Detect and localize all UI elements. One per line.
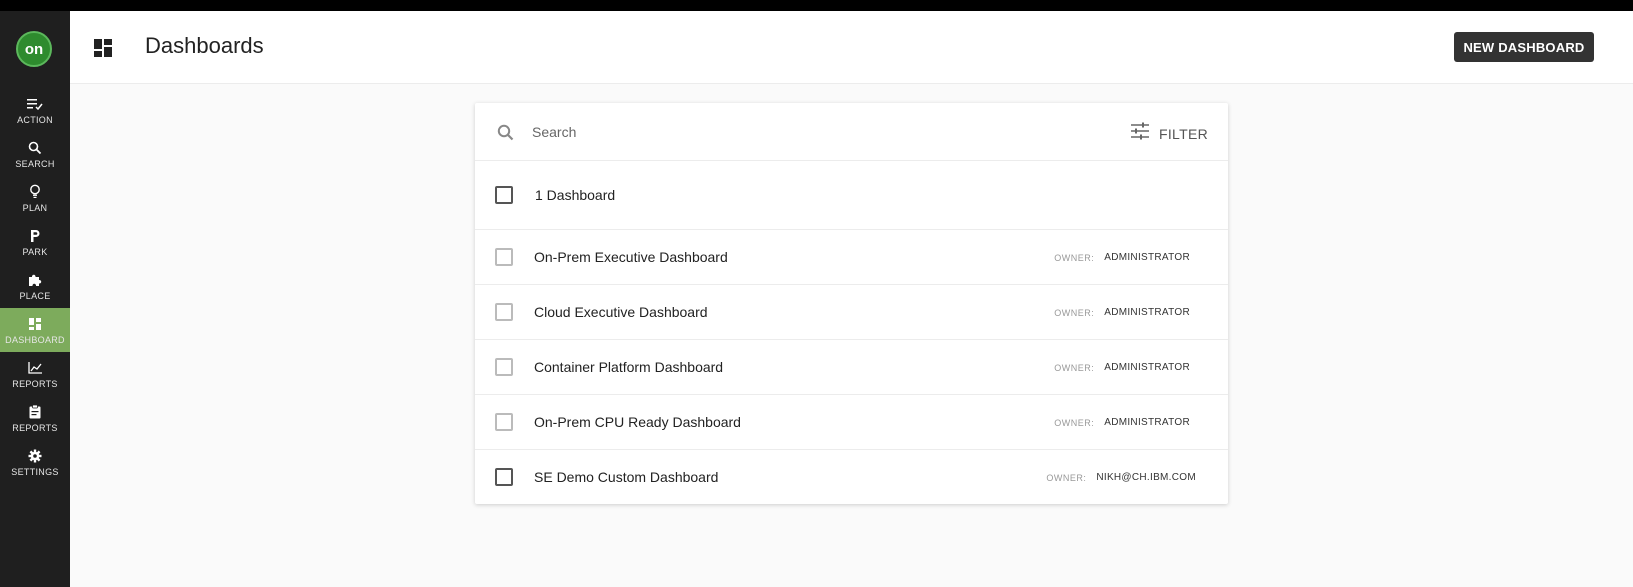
owner-value: ADMINISTRATOR (1104, 252, 1190, 263)
sidebar-item-label: REPORTS (12, 378, 58, 389)
select-all-row: 1 Dashboard (475, 161, 1228, 230)
list-item[interactable]: Container Platform Dashboard OWNER: ADMI… (475, 340, 1228, 395)
search-icon (497, 124, 514, 146)
row-checkbox[interactable] (495, 303, 513, 321)
owner-info: OWNER: NIKH@CH.IBM.COM (1046, 472, 1196, 483)
owner-label: OWNER: (1054, 252, 1095, 263)
sidebar-item-label: DASHBOARD (5, 334, 65, 345)
owner-value: ADMINISTRATOR (1104, 307, 1190, 318)
app-logo[interactable]: on (16, 31, 52, 67)
sidebar-item-reports[interactable]: REPORTS (0, 352, 70, 396)
clipboard-icon (26, 404, 44, 420)
dashboard-count: 1 Dashboard (535, 187, 616, 203)
dashboard-name[interactable]: Cloud Executive Dashboard (534, 304, 708, 320)
sidebar-item-settings[interactable]: SETTINGS (0, 440, 70, 484)
list-item[interactable]: On-Prem Executive Dashboard OWNER: ADMIN… (475, 230, 1228, 285)
park-icon (26, 228, 44, 244)
sidebar-item-reports-2[interactable]: REPORTS (0, 396, 70, 440)
sidebar: on ACTION SEARCH PLAN PARK PLACE DASHBOA… (0, 11, 70, 587)
sidebar-item-label: ACTION (17, 114, 53, 125)
owner-value: ADMINISTRATOR (1104, 417, 1190, 428)
lightbulb-icon (26, 184, 44, 200)
owner-value: NIKH@CH.IBM.COM (1096, 472, 1196, 483)
page-header: Dashboards NEW DASHBOARD (70, 11, 1633, 84)
dashboard-name[interactable]: On-Prem Executive Dashboard (534, 249, 728, 265)
sidebar-item-search[interactable]: SEARCH (0, 132, 70, 176)
sidebar-item-action[interactable]: ACTION (0, 88, 70, 132)
row-checkbox[interactable] (495, 413, 513, 431)
dashboard-name[interactable]: On-Prem CPU Ready Dashboard (534, 414, 741, 430)
sidebar-item-label: PLACE (19, 290, 51, 301)
owner-label: OWNER: (1046, 472, 1087, 483)
sidebar-item-label: PLAN (22, 202, 48, 213)
new-dashboard-button[interactable]: NEW DASHBOARD (1454, 32, 1594, 62)
logo-text: on (24, 40, 44, 58)
sidebar-item-label: SEARCH (15, 158, 55, 169)
row-checkbox[interactable] (495, 358, 513, 376)
dashboard-icon (94, 39, 112, 57)
row-checkbox[interactable] (495, 468, 513, 486)
chart-icon (26, 360, 44, 376)
top-bar (0, 0, 1633, 11)
owner-info: OWNER: ADMINISTRATOR (1054, 252, 1190, 263)
owner-info: OWNER: ADMINISTRATOR (1054, 362, 1190, 373)
sidebar-item-place[interactable]: PLACE (0, 264, 70, 308)
puzzle-icon (26, 272, 44, 288)
list-item[interactable]: On-Prem CPU Ready Dashboard OWNER: ADMIN… (475, 395, 1228, 450)
sidebar-item-plan[interactable]: PLAN (0, 176, 70, 220)
sidebar-item-label: PARK (22, 246, 48, 257)
dashboard-name[interactable]: Container Platform Dashboard (534, 359, 723, 375)
list-item[interactable]: SE Demo Custom Dashboard OWNER: NIKH@CH.… (475, 450, 1228, 505)
page-title: Dashboards (145, 33, 264, 58)
row-checkbox[interactable] (495, 248, 513, 266)
filter-icon (1131, 122, 1149, 145)
owner-label: OWNER: (1054, 307, 1095, 318)
list-item[interactable]: Cloud Executive Dashboard OWNER: ADMINIS… (475, 285, 1228, 340)
dashboard-list-card: FILTER 1 Dashboard On-Prem Executive Das… (475, 103, 1228, 504)
sidebar-item-label: SETTINGS (11, 466, 59, 477)
action-icon (26, 96, 44, 112)
dashboard-name[interactable]: SE Demo Custom Dashboard (534, 469, 718, 485)
owner-label: OWNER: (1054, 417, 1095, 428)
select-all-checkbox[interactable] (495, 186, 513, 204)
sidebar-item-label: REPORTS (12, 422, 58, 433)
sidebar-item-dashboard[interactable]: DASHBOARD (0, 308, 70, 352)
owner-info: OWNER: ADMINISTRATOR (1054, 307, 1190, 318)
owner-info: OWNER: ADMINISTRATOR (1054, 417, 1190, 428)
filter-button[interactable]: FILTER (1131, 122, 1208, 145)
search-input[interactable] (532, 121, 1092, 143)
search-bar: FILTER (475, 103, 1228, 161)
search-icon (26, 140, 44, 156)
gear-icon (26, 448, 44, 464)
owner-value: ADMINISTRATOR (1104, 362, 1190, 373)
dashboard-icon (26, 316, 44, 332)
filter-label: FILTER (1159, 125, 1208, 142)
owner-label: OWNER: (1054, 362, 1095, 373)
sidebar-item-park[interactable]: PARK (0, 220, 70, 264)
